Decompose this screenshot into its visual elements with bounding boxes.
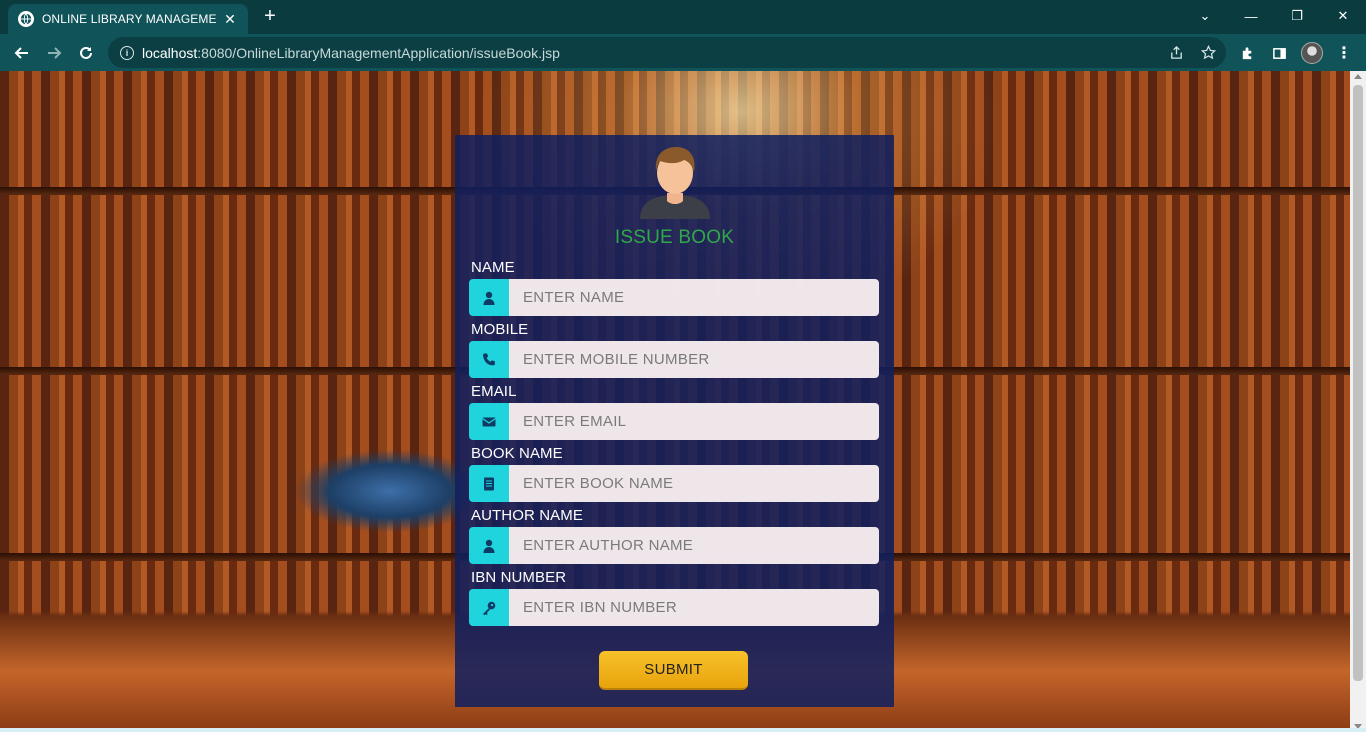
name-label: NAME	[471, 259, 515, 276]
site-info-icon[interactable]: i	[120, 45, 134, 60]
address-bar[interactable]: i localhost:8080/OnlineLibraryManagement…	[108, 37, 1226, 68]
extensions-icon[interactable]	[1234, 40, 1260, 66]
scroll-up-icon[interactable]	[1354, 74, 1362, 79]
envelope-icon	[469, 403, 509, 440]
author-name-field-row	[469, 527, 879, 564]
browser-tab-strip: ONLINE LIBRARY MANAGEMENT ✕ + ⌄ — ❐ ✕	[0, 0, 1366, 34]
page-scrollbar[interactable]	[1350, 71, 1366, 732]
profile-avatar[interactable]	[1301, 42, 1323, 64]
browser-tab[interactable]: ONLINE LIBRARY MANAGEMENT ✕	[8, 4, 248, 34]
globe-icon	[18, 11, 34, 27]
reload-icon[interactable]	[73, 40, 99, 66]
name-field-row	[469, 279, 879, 316]
forward-icon[interactable]	[41, 40, 67, 66]
ibn-number-field-row	[469, 589, 879, 626]
email-input[interactable]	[509, 403, 879, 440]
page-viewport: ISSUE BOOK NAME MOBILE EMAIL BOOK NAME	[0, 71, 1366, 732]
window-bottom-edge	[0, 728, 1366, 732]
form-title: ISSUE BOOK	[614, 227, 735, 248]
scrollbar-thumb[interactable]	[1353, 85, 1363, 681]
book-name-label: BOOK NAME	[471, 445, 563, 462]
email-field-row	[469, 403, 879, 440]
book-icon	[469, 465, 509, 502]
book-name-field-row	[469, 465, 879, 502]
author-name-input[interactable]	[509, 527, 879, 564]
user-icon	[469, 527, 509, 564]
menu-kebab-icon[interactable]: ⋮	[1331, 40, 1357, 66]
key-icon	[469, 589, 509, 626]
mobile-field-row	[469, 341, 879, 378]
side-panel-icon[interactable]	[1266, 40, 1292, 66]
browser-toolbar: i localhost:8080/OnlineLibraryManagement…	[0, 34, 1366, 71]
email-label: EMAIL	[471, 383, 517, 400]
close-window-button[interactable]: ✕	[1320, 0, 1366, 32]
url-host: localhost	[142, 44, 198, 61]
book-name-input[interactable]	[509, 465, 879, 502]
ibn-number-label: IBN NUMBER	[471, 569, 567, 586]
bookmark-star-icon[interactable]	[1194, 37, 1222, 68]
user-icon	[469, 279, 509, 316]
tab-title: ONLINE LIBRARY MANAGEMENT	[42, 12, 216, 26]
url-path: :8080/OnlineLibraryManagementApplication…	[197, 44, 560, 61]
name-input[interactable]	[509, 279, 879, 316]
issue-book-form: ISSUE BOOK NAME MOBILE EMAIL BOOK NAME	[455, 135, 894, 707]
new-tab-button[interactable]: +	[258, 5, 282, 29]
mobile-input[interactable]	[509, 341, 879, 378]
author-name-label: AUTHOR NAME	[471, 507, 583, 524]
phone-icon	[469, 341, 509, 378]
user-avatar-icon	[640, 147, 710, 219]
ibn-number-input[interactable]	[509, 589, 879, 626]
mobile-label: MOBILE	[471, 321, 529, 338]
tab-close-icon[interactable]: ✕	[222, 11, 238, 28]
back-icon[interactable]	[9, 40, 35, 66]
share-icon[interactable]	[1162, 37, 1190, 68]
minimize-button[interactable]: —	[1228, 0, 1274, 32]
tab-search-button[interactable]: ⌄	[1182, 0, 1228, 32]
submit-button[interactable]: SUBMIT	[599, 651, 748, 690]
restore-button[interactable]: ❐	[1274, 0, 1320, 32]
